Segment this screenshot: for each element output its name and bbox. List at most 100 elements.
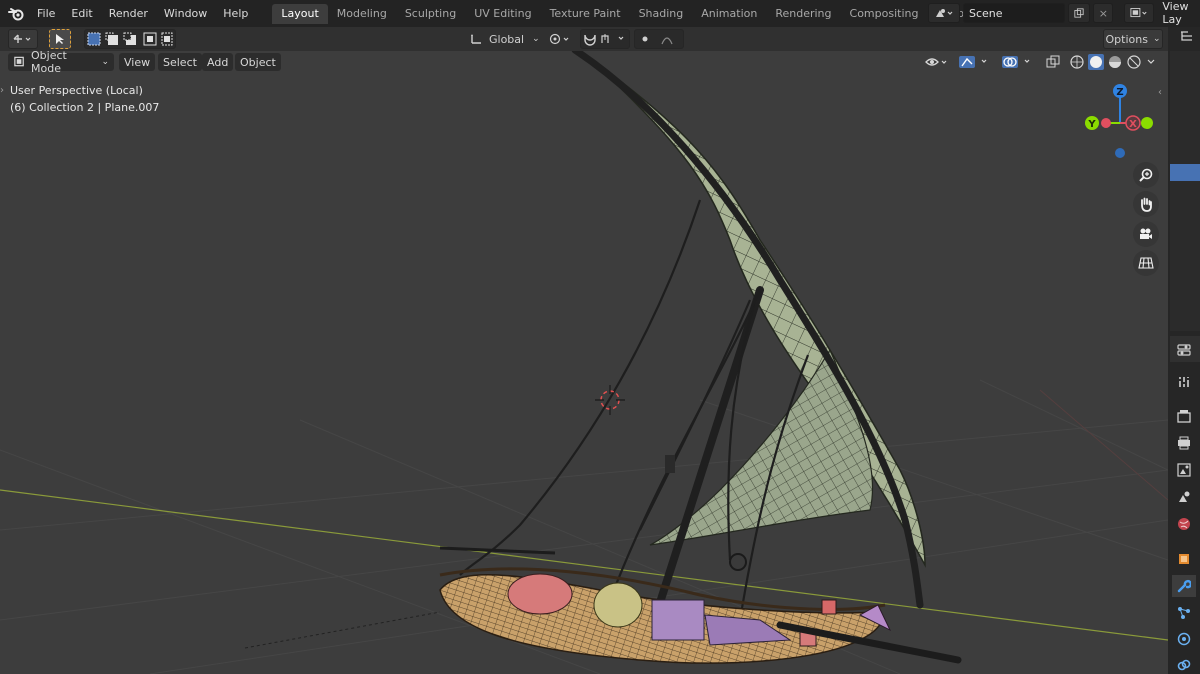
zoom-button[interactable] [1133, 162, 1159, 188]
menu-view[interactable]: View [119, 53, 156, 71]
view-layer-browse-button[interactable] [1124, 3, 1155, 23]
3d-viewport-icon [13, 34, 31, 43]
zoom-icon [1139, 168, 1153, 182]
gizmo-x-label: X [1129, 119, 1137, 130]
outliner-filter-icon[interactable] [1180, 30, 1200, 48]
mast-block [665, 455, 675, 473]
wireframe-shading-icon [1070, 55, 1084, 69]
properties-editor-icon[interactable] [1172, 339, 1196, 361]
hand-icon [1141, 197, 1152, 212]
collection-label: (6) Collection 2 | Plane.007 [10, 101, 160, 114]
view-layer-icon [1130, 8, 1147, 18]
gizmo-toggle[interactable] [958, 53, 996, 71]
menu-help[interactable]: Help [215, 0, 256, 27]
tab-modeling[interactable]: Modeling [328, 4, 396, 24]
perspective-label: User Perspective (Local) [10, 84, 143, 97]
orientation-axes-icon [471, 34, 481, 44]
viewport-header: Object Mode ⌄ View Select Add Object [0, 51, 1168, 75]
snap-magnet-icon [584, 34, 596, 46]
barrel-red[interactable] [507, 573, 573, 615]
neg-x-axis-handle [1101, 118, 1111, 128]
material-shading-icon [1109, 56, 1121, 68]
viewport-info: User Perspective (Local) (6) Collection … [10, 82, 159, 116]
ortho-toggle-button[interactable] [1133, 250, 1159, 276]
viewport-scene[interactable] [0, 51, 1168, 674]
scene-tab-icon[interactable] [1172, 486, 1196, 508]
copy-icon [1074, 8, 1084, 18]
proportional-editing-icon [642, 36, 648, 42]
select-new-icon [87, 32, 101, 46]
menu-edit[interactable]: Edit [63, 0, 100, 27]
scene-browse-button[interactable] [928, 3, 960, 23]
object-tab-icon[interactable] [1172, 548, 1196, 570]
top-bar: File Edit Render Window Help Layout Mode… [0, 0, 1200, 27]
3d-viewport[interactable]: Object Mode ⌄ View Select Add Object Use… [0, 51, 1168, 674]
tab-uv-editing[interactable]: UV Editing [465, 4, 540, 24]
scene-name-field[interactable]: Scene [963, 3, 1066, 23]
tab-layout[interactable]: Layout [272, 3, 328, 24]
output-tab-icon[interactable] [1172, 432, 1196, 454]
modifier-tab-icon[interactable] [1172, 575, 1196, 597]
outliner-selected-row[interactable] [1170, 164, 1200, 181]
render-tab-icon[interactable] [1172, 405, 1196, 427]
tab-animation[interactable]: Animation [692, 4, 766, 24]
barrel-yellow[interactable] [593, 582, 643, 628]
chevron-down-icon: ⌄ [532, 34, 540, 44]
gizmo-z-label: Z [1116, 87, 1123, 98]
physics-tab-icon[interactable] [1172, 628, 1196, 650]
outliner-strip[interactable] [1170, 51, 1200, 331]
menu-add[interactable]: Add [202, 53, 234, 71]
menu-window[interactable]: Window [156, 0, 215, 27]
scene-selector: Scene × View Lay [928, 0, 1200, 26]
tab-rendering[interactable]: Rendering [766, 4, 840, 24]
constraints-tab-icon[interactable] [1172, 654, 1196, 674]
scene-icon [936, 9, 953, 17]
navigation-gizmo[interactable]: Z Y X [1080, 81, 1160, 161]
visibility-dropdown[interactable] [925, 53, 953, 71]
view-layer-tab-icon[interactable] [1172, 459, 1196, 481]
object-mode-icon [14, 56, 24, 67]
menu-file[interactable]: File [29, 0, 63, 27]
camera-view-button[interactable] [1133, 221, 1159, 247]
world-tab-icon[interactable] [1172, 513, 1196, 535]
pivot-point-dropdown[interactable] [546, 29, 576, 49]
workspace-tabs: Layout Modeling Sculpting UV Editing Tex… [272, 0, 1014, 27]
tab-sculpting[interactable]: Sculpting [396, 4, 465, 24]
particles-tab-icon[interactable] [1172, 602, 1196, 624]
blender-logo-icon[interactable] [3, 0, 29, 27]
snap-group[interactable] [580, 29, 630, 49]
overlays-icon [1002, 56, 1030, 68]
menu-render[interactable]: Render [101, 0, 156, 27]
tab-compositing[interactable]: Compositing [841, 4, 928, 24]
tool-tab-icon[interactable] [1172, 371, 1196, 393]
cursor-arrow-icon [56, 34, 64, 44]
falloff-curve-icon [661, 37, 673, 45]
crate-purple[interactable] [651, 599, 705, 641]
selection-mode-group [84, 29, 176, 49]
overlays-toggle[interactable] [1001, 53, 1039, 71]
transform-orientation-dropdown[interactable]: Global ⌄ [466, 29, 540, 49]
tab-texture-paint[interactable]: Texture Paint [541, 4, 630, 24]
view-layer-name-field[interactable]: View Lay [1157, 0, 1200, 26]
toolbar-expand-chevron-icon[interactable]: › [0, 85, 4, 96]
camera-icon [1140, 228, 1152, 239]
delete-scene-button[interactable]: × [1093, 3, 1114, 23]
options-dropdown[interactable]: Options ⌄ [1103, 29, 1163, 49]
gizmo-icon [959, 56, 987, 68]
new-scene-button[interactable] [1068, 3, 1091, 23]
xray-toggle[interactable] [1046, 53, 1064, 71]
tool-header: Global ⌄ Options ⌄ [0, 27, 1168, 51]
menu-object[interactable]: Object [235, 53, 281, 71]
mode-dropdown[interactable]: Object Mode ⌄ [8, 51, 114, 75]
select-tool-button[interactable] [49, 29, 71, 49]
orientation-value: Global [489, 32, 525, 46]
proportional-editing-group[interactable] [634, 29, 684, 49]
options-label: Options [1105, 32, 1148, 46]
editor-type-button[interactable] [8, 29, 38, 49]
pan-button[interactable] [1133, 191, 1159, 217]
grid-icon [1138, 257, 1154, 269]
menu-select[interactable]: Select [158, 53, 202, 71]
gizmo-y-label: Y [1087, 119, 1096, 130]
xray-icon [1046, 55, 1060, 68]
tab-shading[interactable]: Shading [630, 4, 693, 24]
